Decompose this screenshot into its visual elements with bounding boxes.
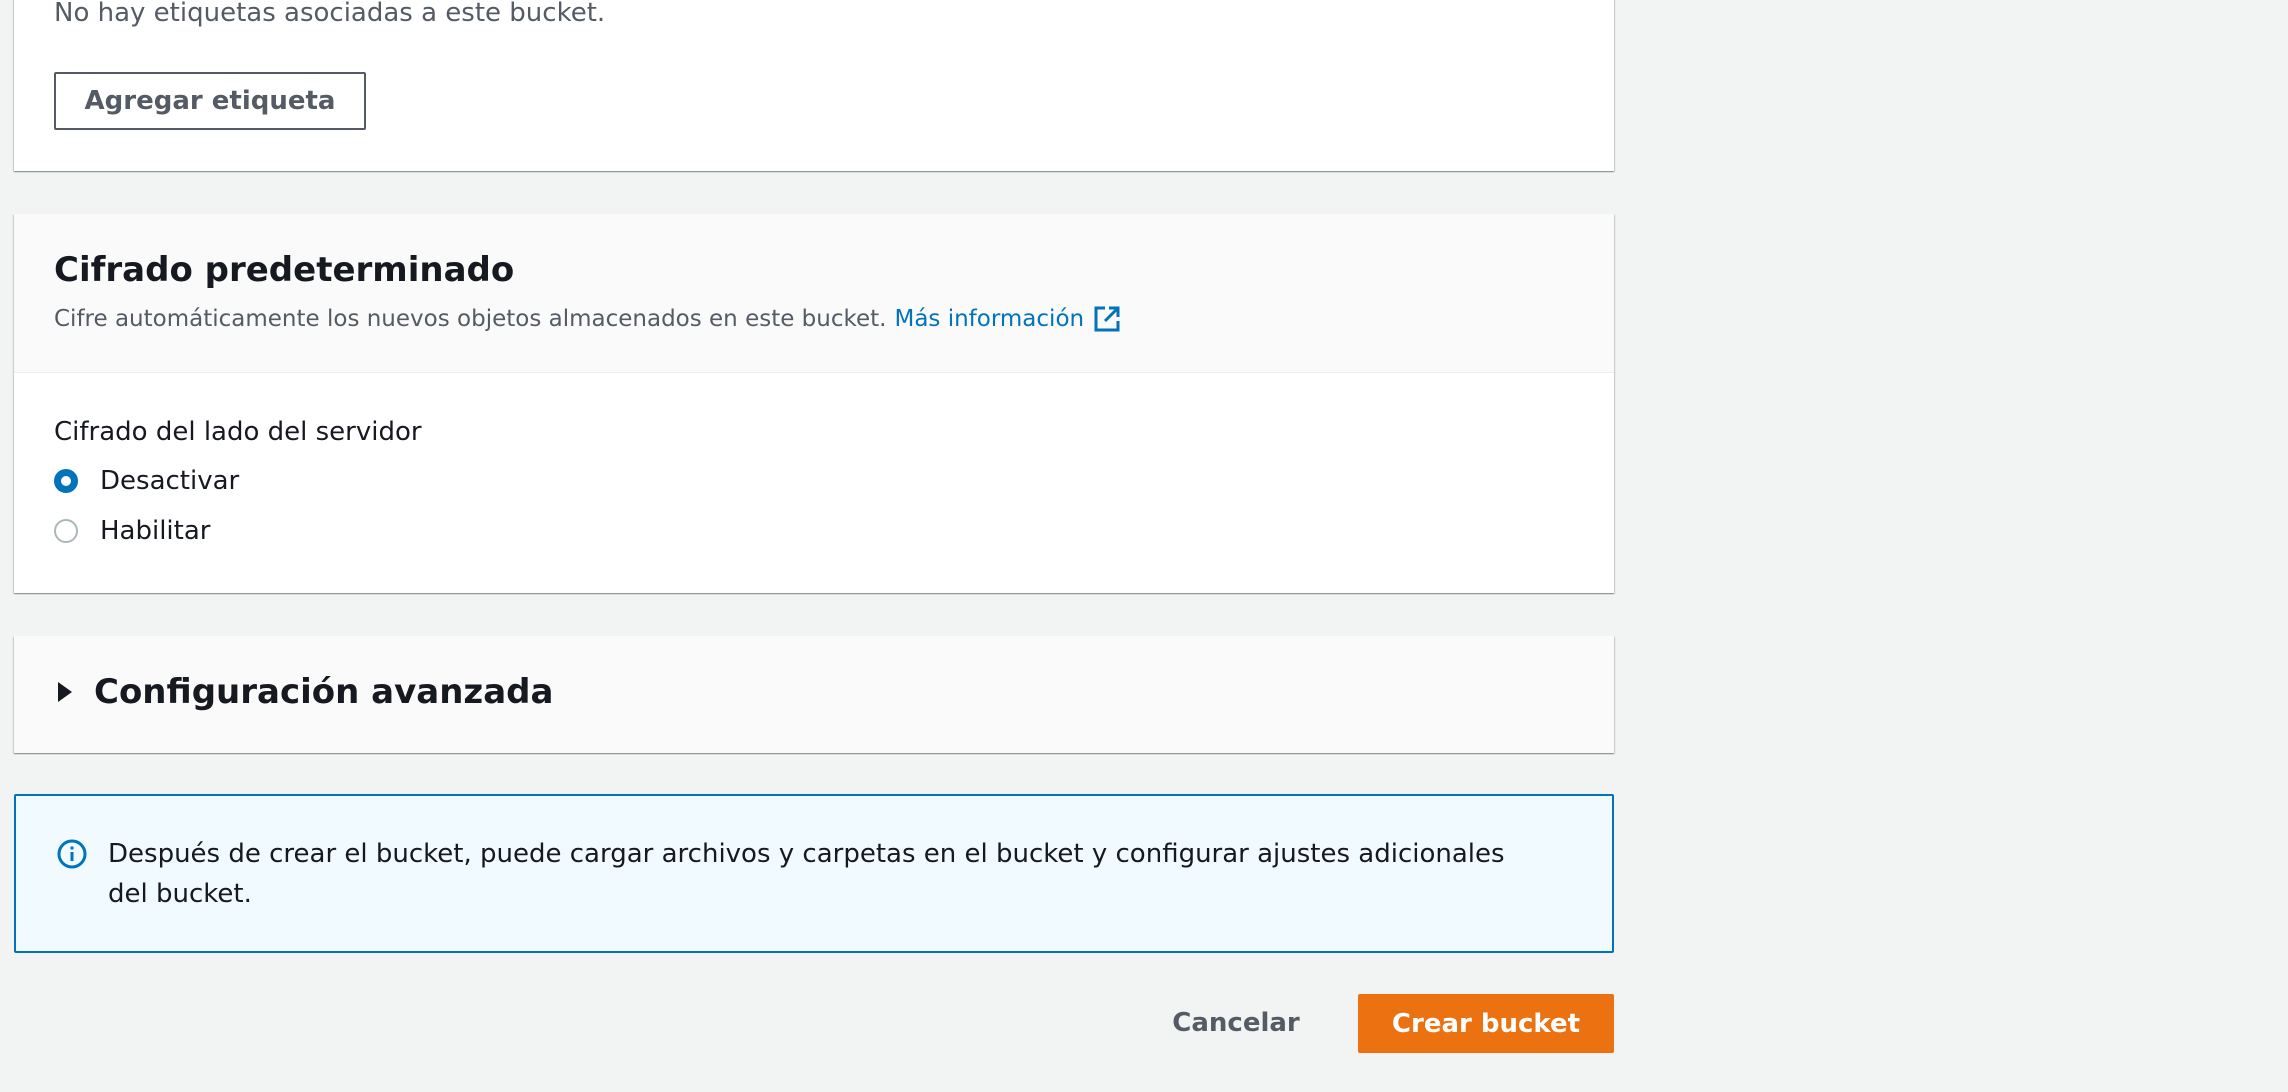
add-tag-button[interactable]: Agregar etiqueta xyxy=(54,72,366,130)
info-alert-text: Después de crear el bucket, puede cargar… xyxy=(108,839,1505,909)
default-encryption-panel: Cifrado predeterminado Cifre automáticam… xyxy=(14,214,1614,593)
radio-button-enable[interactable] xyxy=(54,519,78,543)
info-icon xyxy=(56,838,88,870)
encryption-title: Cifrado predeterminado xyxy=(54,250,515,290)
create-bucket-button[interactable]: Crear bucket xyxy=(1358,994,1614,1053)
encryption-description-row: Cifre automáticamente los nuevos objetos… xyxy=(54,304,1122,334)
external-link-icon[interactable] xyxy=(1092,304,1122,334)
cancel-button[interactable]: Cancelar xyxy=(1160,994,1312,1052)
info-alert: Después de crear el bucket, puede cargar… xyxy=(14,794,1614,953)
radio-button-disable[interactable] xyxy=(54,469,78,493)
tags-empty-message: No hay etiquetas asociadas a este bucket… xyxy=(54,0,606,28)
tags-panel: No hay etiquetas asociadas a este bucket… xyxy=(14,0,1614,171)
encryption-description: Cifre automáticamente los nuevos objetos… xyxy=(54,306,887,332)
radio-label-enable: Habilitar xyxy=(100,516,211,546)
advanced-settings-expander[interactable]: Configuración avanzada xyxy=(14,636,1614,753)
radio-option-enable[interactable]: Habilitar xyxy=(54,516,210,546)
encryption-panel-header: Cifrado predeterminado Cifre automáticam… xyxy=(14,214,1614,373)
radio-label-disable: Desactivar xyxy=(100,466,240,496)
radio-option-disable[interactable]: Desactivar xyxy=(54,466,239,496)
server-side-encryption-label: Cifrado del lado del servidor xyxy=(54,417,422,447)
caret-right-icon[interactable] xyxy=(58,682,72,702)
learn-more-link[interactable]: Más información xyxy=(894,306,1084,332)
advanced-settings-title[interactable]: Configuración avanzada xyxy=(94,672,553,712)
